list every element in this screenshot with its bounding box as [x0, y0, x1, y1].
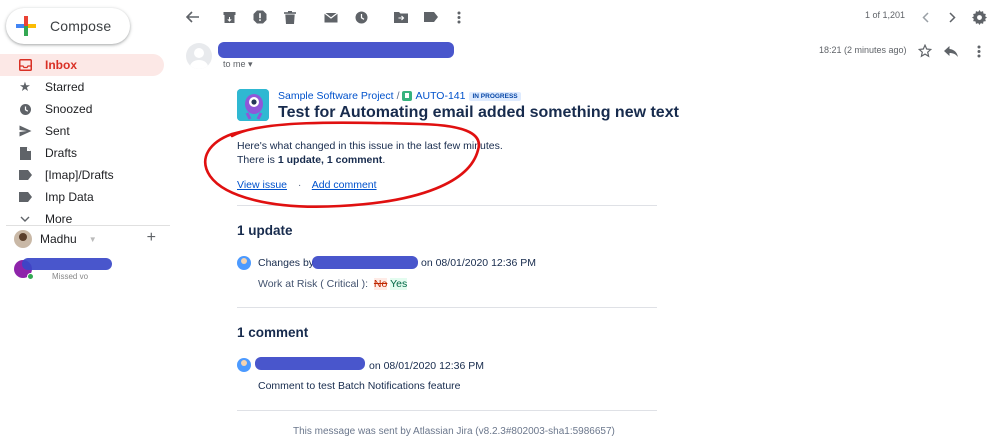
update-date: on 08/01/2020 12:36 PM — [421, 257, 537, 269]
redacted-sender-name — [218, 42, 454, 58]
message-timestamp: 18:21 (2 minutes ago) — [819, 45, 907, 55]
chevron-down-icon — [18, 212, 32, 226]
comments-heading: 1 comment — [237, 325, 309, 340]
recipient-toggle[interactable]: to me ▾ — [223, 59, 253, 70]
section-divider — [237, 205, 657, 206]
status-badge: IN PROGRESS — [469, 91, 521, 101]
sidebar-item-label: Starred — [45, 80, 85, 94]
reply-icon[interactable] — [942, 42, 960, 60]
star-toggle-icon[interactable] — [916, 42, 934, 60]
breadcrumb-separator: / — [396, 90, 400, 102]
change-suffix: . — [382, 154, 386, 166]
nav-list: Inbox ★ Starred Snoozed Sent Drafts [Ima… — [0, 54, 164, 230]
contact-status: Missed vo — [52, 272, 89, 281]
message-toolbar: 1 of 1,201 — [172, 0, 998, 34]
new-value: Yes — [390, 278, 408, 290]
section-divider — [237, 307, 657, 308]
issue-title[interactable]: Test for Automating email added somethin… — [278, 104, 679, 122]
star-icon: ★ — [19, 79, 31, 94]
field-change-row: Work at Risk ( Critical ): No Yes — [258, 278, 408, 290]
label-icon — [18, 190, 32, 204]
comment-text: Comment to test Batch Notifications feat… — [258, 380, 461, 392]
add-contact-icon[interactable]: + — [147, 229, 156, 247]
more-options-icon[interactable] — [450, 8, 468, 26]
mark-unread-icon[interactable] — [322, 8, 340, 26]
story-icon — [402, 91, 413, 101]
sidebar-item-label: Sent — [45, 124, 70, 138]
redacted-commenter-name — [255, 357, 365, 370]
link-separator: · — [297, 179, 302, 191]
avatar — [237, 358, 251, 372]
hangouts-user[interactable]: Madhu ▼ + — [14, 229, 164, 249]
hangouts-user-name: Madhu — [40, 232, 77, 246]
send-icon — [18, 124, 32, 138]
change-summary: Here's what changed in this issue in the… — [237, 139, 503, 167]
compose-label: Compose — [50, 18, 112, 34]
report-spam-icon[interactable] — [251, 8, 269, 26]
hangouts-divider — [6, 225, 170, 226]
caret-down-icon[interactable]: ▼ — [89, 235, 97, 244]
compose-plus-icon — [16, 16, 36, 36]
label-icon — [18, 168, 32, 182]
change-count-line: There is 1 update, 1 comment. — [237, 153, 503, 167]
issue-breadcrumb: Sample Software Project / AUTO-141 IN PR… — [278, 90, 521, 102]
sidebar-item-inbox[interactable]: Inbox — [0, 54, 164, 76]
sidebar-item-label: Drafts — [45, 146, 78, 160]
sidebar-item-label: Imp Data — [45, 190, 94, 204]
field-name: Work at Risk ( Critical ): — [258, 278, 369, 290]
chevron-left-icon[interactable] — [916, 8, 934, 26]
sidebar-item-label: Inbox — [45, 58, 77, 72]
inbox-icon — [18, 58, 32, 72]
sidebar-item-starred[interactable]: ★ Starred — [0, 76, 164, 98]
clock-icon — [18, 102, 32, 116]
section-divider — [237, 410, 657, 411]
redacted-contact-name — [22, 258, 112, 270]
message-more-icon[interactable] — [970, 42, 988, 60]
compose-button[interactable]: Compose — [6, 8, 130, 44]
settings-gear-icon[interactable] — [970, 8, 988, 26]
sidebar-item-sent[interactable]: Sent — [0, 120, 164, 142]
email-footer: This message was sent by Atlassian Jira … — [293, 426, 615, 437]
issue-action-links: View issue · Add comment — [237, 179, 377, 191]
label-tag-icon[interactable] — [422, 8, 440, 26]
sender-avatar[interactable] — [186, 43, 212, 69]
pager-count: 1 of 1,201 — [865, 10, 906, 20]
change-prefix: There is — [237, 154, 278, 166]
changes-by-label: Changes by — [258, 257, 315, 269]
recipient-label: to me — [223, 59, 246, 69]
sidebar-item-more[interactable]: More — [0, 208, 164, 230]
archive-icon[interactable] — [220, 8, 238, 26]
avatar — [14, 230, 32, 248]
back-arrow-icon[interactable] — [184, 8, 202, 26]
add-comment-link[interactable]: Add comment — [312, 179, 377, 191]
sidebar-item-label: [Imap]/Drafts — [45, 168, 114, 182]
draft-icon — [18, 146, 32, 160]
sidebar-item-imp-data[interactable]: Imp Data — [0, 186, 164, 208]
chevron-right-icon[interactable] — [943, 8, 961, 26]
sidebar-item-drafts[interactable]: Drafts — [0, 142, 164, 164]
sidebar-item-label: Snoozed — [45, 102, 93, 116]
snooze-clock-icon[interactable] — [352, 8, 370, 26]
updates-heading: 1 update — [237, 223, 293, 238]
sidebar-item-imap-drafts[interactable]: [Imap]/Drafts — [0, 164, 164, 186]
sidebar-item-snoozed[interactable]: Snoozed — [0, 98, 164, 120]
project-link[interactable]: Sample Software Project — [278, 90, 394, 102]
redacted-author-name — [312, 256, 418, 269]
change-count: 1 update, 1 comment — [277, 154, 383, 166]
old-value: No — [373, 278, 388, 290]
online-status-icon — [27, 273, 34, 280]
delete-icon[interactable] — [281, 8, 299, 26]
avatar — [237, 256, 251, 270]
project-avatar-icon — [237, 89, 269, 121]
sidebar-item-label: More — [45, 212, 73, 226]
issue-key-link[interactable]: AUTO-141 — [415, 90, 465, 102]
view-issue-link[interactable]: View issue — [237, 179, 287, 191]
sidebar: Compose Inbox ★ Starred Snoozed Sent Dra… — [0, 0, 172, 441]
move-to-icon[interactable] — [392, 8, 410, 26]
hangouts-contact[interactable]: Missed vo — [14, 258, 164, 281]
comment-date: on 08/01/2020 12:36 PM — [369, 360, 485, 372]
change-summary-line: Here's what changed in this issue in the… — [237, 140, 503, 152]
